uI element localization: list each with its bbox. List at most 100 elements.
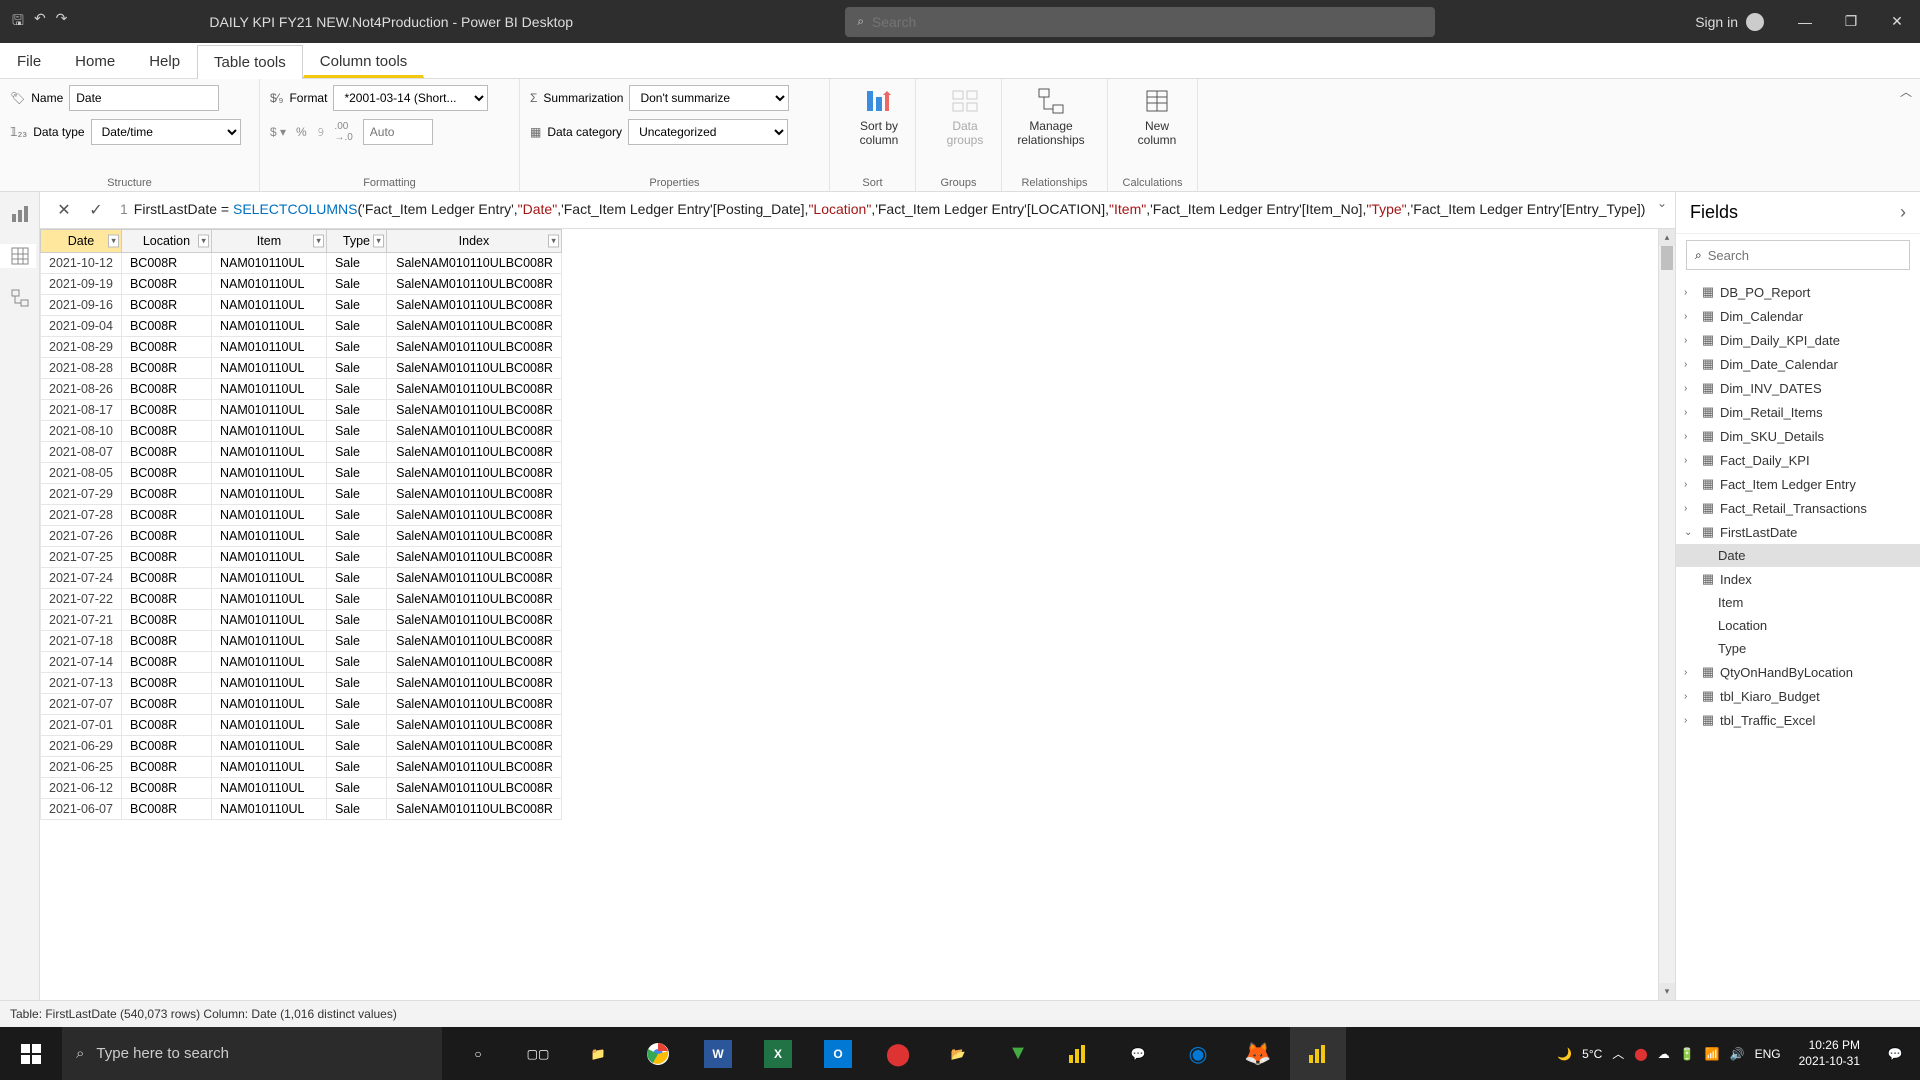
- table-row[interactable]: 2021-07-14BC008RNAM010110ULSaleSaleNAM01…: [41, 652, 562, 673]
- minimize-icon[interactable]: —: [1782, 0, 1828, 43]
- table-row[interactable]: 2021-08-28BC008RNAM010110ULSaleSaleNAM01…: [41, 358, 562, 379]
- chevron-icon[interactable]: ›: [1684, 359, 1696, 370]
- chevron-icon[interactable]: ⌄: [1684, 527, 1696, 538]
- chevron-icon[interactable]: ›: [1684, 287, 1696, 298]
- data-grid[interactable]: Date▾Location▾Item▾Type▾Index▾2021-10-12…: [40, 229, 1658, 1000]
- cancel-formula-icon[interactable]: ✕: [50, 196, 78, 224]
- table-row[interactable]: 2021-06-25BC008RNAM010110ULSaleSaleNAM01…: [41, 757, 562, 778]
- chevron-icon[interactable]: ›: [1684, 383, 1696, 394]
- table-node[interactable]: ›▦Fact_Daily_KPI: [1676, 448, 1920, 472]
- tab-help[interactable]: Help: [132, 44, 197, 78]
- datatype-select[interactable]: Date/time: [91, 119, 241, 145]
- table-node[interactable]: ›▦Fact_Retail_Transactions: [1676, 496, 1920, 520]
- commit-formula-icon[interactable]: ✓: [82, 196, 110, 224]
- taskbar-search[interactable]: ⌕ Type here to search: [62, 1027, 442, 1080]
- table-row[interactable]: 2021-07-28BC008RNAM010110ULSaleSaleNAM01…: [41, 505, 562, 526]
- table-row[interactable]: 2021-08-26BC008RNAM010110ULSaleSaleNAM01…: [41, 379, 562, 400]
- filter-dropdown-icon[interactable]: ▾: [108, 235, 119, 248]
- tray-app-icon[interactable]: ⬤: [1634, 1047, 1647, 1061]
- table-node[interactable]: ›▦Dim_Calendar: [1676, 304, 1920, 328]
- table-row[interactable]: 2021-07-01BC008RNAM010110ULSaleSaleNAM01…: [41, 715, 562, 736]
- table-node[interactable]: ›▦Dim_SKU_Details: [1676, 424, 1920, 448]
- maximize-icon[interactable]: ❐: [1828, 0, 1874, 43]
- temperature[interactable]: 5°C: [1582, 1047, 1602, 1061]
- table-node[interactable]: ›▦Dim_Daily_KPI_date: [1676, 328, 1920, 352]
- column-header-index[interactable]: Index▾: [386, 230, 561, 253]
- column-header-type[interactable]: Type▾: [326, 230, 386, 253]
- undo-icon[interactable]: ↶: [34, 10, 46, 34]
- comma-icon[interactable]: 𝟿: [317, 125, 325, 140]
- table-row[interactable]: 2021-08-17BC008RNAM010110ULSaleSaleNAM01…: [41, 400, 562, 421]
- global-search-input[interactable]: [872, 14, 1423, 30]
- table-row[interactable]: 2021-09-19BC008RNAM010110ULSaleSaleNAM01…: [41, 274, 562, 295]
- model-view-icon[interactable]: [8, 286, 32, 310]
- field-node[interactable]: Type: [1676, 637, 1920, 660]
- chevron-icon[interactable]: ›: [1684, 407, 1696, 418]
- field-node[interactable]: Item: [1676, 591, 1920, 614]
- filter-dropdown-icon[interactable]: ▾: [548, 235, 559, 248]
- chat-icon[interactable]: 💬: [1110, 1027, 1166, 1080]
- table-row[interactable]: 2021-07-13BC008RNAM010110ULSaleSaleNAM01…: [41, 673, 562, 694]
- table-row[interactable]: 2021-10-12BC008RNAM010110ULSaleSaleNAM01…: [41, 253, 562, 274]
- chevron-icon[interactable]: ›: [1684, 479, 1696, 490]
- fields-search-input[interactable]: [1708, 248, 1901, 263]
- language-indicator[interactable]: ENG: [1755, 1047, 1781, 1061]
- table-row[interactable]: 2021-06-12BC008RNAM010110ULSaleSaleNAM01…: [41, 778, 562, 799]
- redo-icon[interactable]: ↷: [56, 10, 68, 34]
- tab-table-tools[interactable]: Table tools: [197, 45, 303, 79]
- field-node[interactable]: ▦Index: [1676, 567, 1920, 591]
- outlook-icon[interactable]: O: [810, 1027, 866, 1080]
- data-groups-button[interactable]: Data groups: [926, 85, 1004, 148]
- collapse-fields-icon[interactable]: ›: [1900, 202, 1906, 223]
- sort-by-column-button[interactable]: Sort by column: [840, 85, 918, 148]
- weather-icon[interactable]: 🌙: [1557, 1047, 1572, 1061]
- summarization-select[interactable]: Don't summarize: [629, 85, 789, 111]
- word-icon[interactable]: W: [690, 1027, 746, 1080]
- filter-dropdown-icon[interactable]: ▾: [313, 235, 324, 248]
- fields-search[interactable]: ⌕: [1686, 240, 1910, 270]
- filter-dropdown-icon[interactable]: ▾: [198, 235, 209, 248]
- table-row[interactable]: 2021-07-21BC008RNAM010110ULSaleSaleNAM01…: [41, 610, 562, 631]
- signin-button[interactable]: Sign in: [1695, 13, 1764, 31]
- expand-formula-icon[interactable]: ⌄: [1649, 196, 1675, 210]
- table-row[interactable]: 2021-07-24BC008RNAM010110ULSaleSaleNAM01…: [41, 568, 562, 589]
- global-search[interactable]: ⌕: [845, 7, 1435, 37]
- app-folder-icon[interactable]: 📂: [930, 1027, 986, 1080]
- field-node[interactable]: Date: [1676, 544, 1920, 567]
- excel-icon[interactable]: X: [750, 1027, 806, 1080]
- cortana-icon[interactable]: ○: [450, 1027, 506, 1080]
- firefox-icon[interactable]: 🦊: [1230, 1027, 1286, 1080]
- action-center-icon[interactable]: 💬: [1870, 1047, 1920, 1061]
- chevron-icon[interactable]: ›: [1684, 311, 1696, 322]
- manage-relationships-button[interactable]: Manage relationships: [1012, 85, 1090, 148]
- onedrive-icon[interactable]: ☁: [1658, 1047, 1670, 1061]
- powerbi-desktop-icon[interactable]: [1290, 1027, 1346, 1080]
- data-view-icon[interactable]: [0, 244, 36, 268]
- table-row[interactable]: 2021-06-29BC008RNAM010110ULSaleSaleNAM01…: [41, 736, 562, 757]
- chevron-icon[interactable]: ›: [1684, 691, 1696, 702]
- table-row[interactable]: 2021-07-29BC008RNAM010110ULSaleSaleNAM01…: [41, 484, 562, 505]
- chrome-icon[interactable]: [630, 1027, 686, 1080]
- name-input[interactable]: [69, 85, 219, 111]
- battery-icon[interactable]: 🔋: [1680, 1047, 1695, 1061]
- scrollbar-thumb[interactable]: [1661, 246, 1673, 270]
- table-row[interactable]: 2021-08-29BC008RNAM010110ULSaleSaleNAM01…: [41, 337, 562, 358]
- new-column-button[interactable]: New column: [1118, 85, 1196, 148]
- vertical-scrollbar[interactable]: ▴ ▾: [1658, 229, 1675, 1000]
- edge-icon[interactable]: ◉: [1170, 1027, 1226, 1080]
- task-view-icon[interactable]: ▢▢: [510, 1027, 566, 1080]
- table-row[interactable]: 2021-07-18BC008RNAM010110ULSaleSaleNAM01…: [41, 631, 562, 652]
- app-red-icon[interactable]: ⬤: [870, 1027, 926, 1080]
- tab-file[interactable]: File: [0, 44, 58, 78]
- table-node[interactable]: ›▦Fact_Item Ledger Entry: [1676, 472, 1920, 496]
- currency-icon[interactable]: $ ▾: [270, 125, 286, 139]
- app-green-icon[interactable]: ▼: [990, 1027, 1046, 1080]
- chevron-icon[interactable]: ›: [1684, 715, 1696, 726]
- table-node[interactable]: ›▦Dim_Date_Calendar: [1676, 352, 1920, 376]
- scroll-up-icon[interactable]: ▴: [1659, 229, 1675, 246]
- scroll-down-icon[interactable]: ▾: [1659, 983, 1675, 1000]
- close-icon[interactable]: ✕: [1874, 0, 1920, 43]
- taskbar-clock[interactable]: 10:26 PM 2021-10-31: [1789, 1038, 1870, 1069]
- table-row[interactable]: 2021-09-04BC008RNAM010110ULSaleSaleNAM01…: [41, 316, 562, 337]
- volume-icon[interactable]: 🔊: [1730, 1047, 1745, 1061]
